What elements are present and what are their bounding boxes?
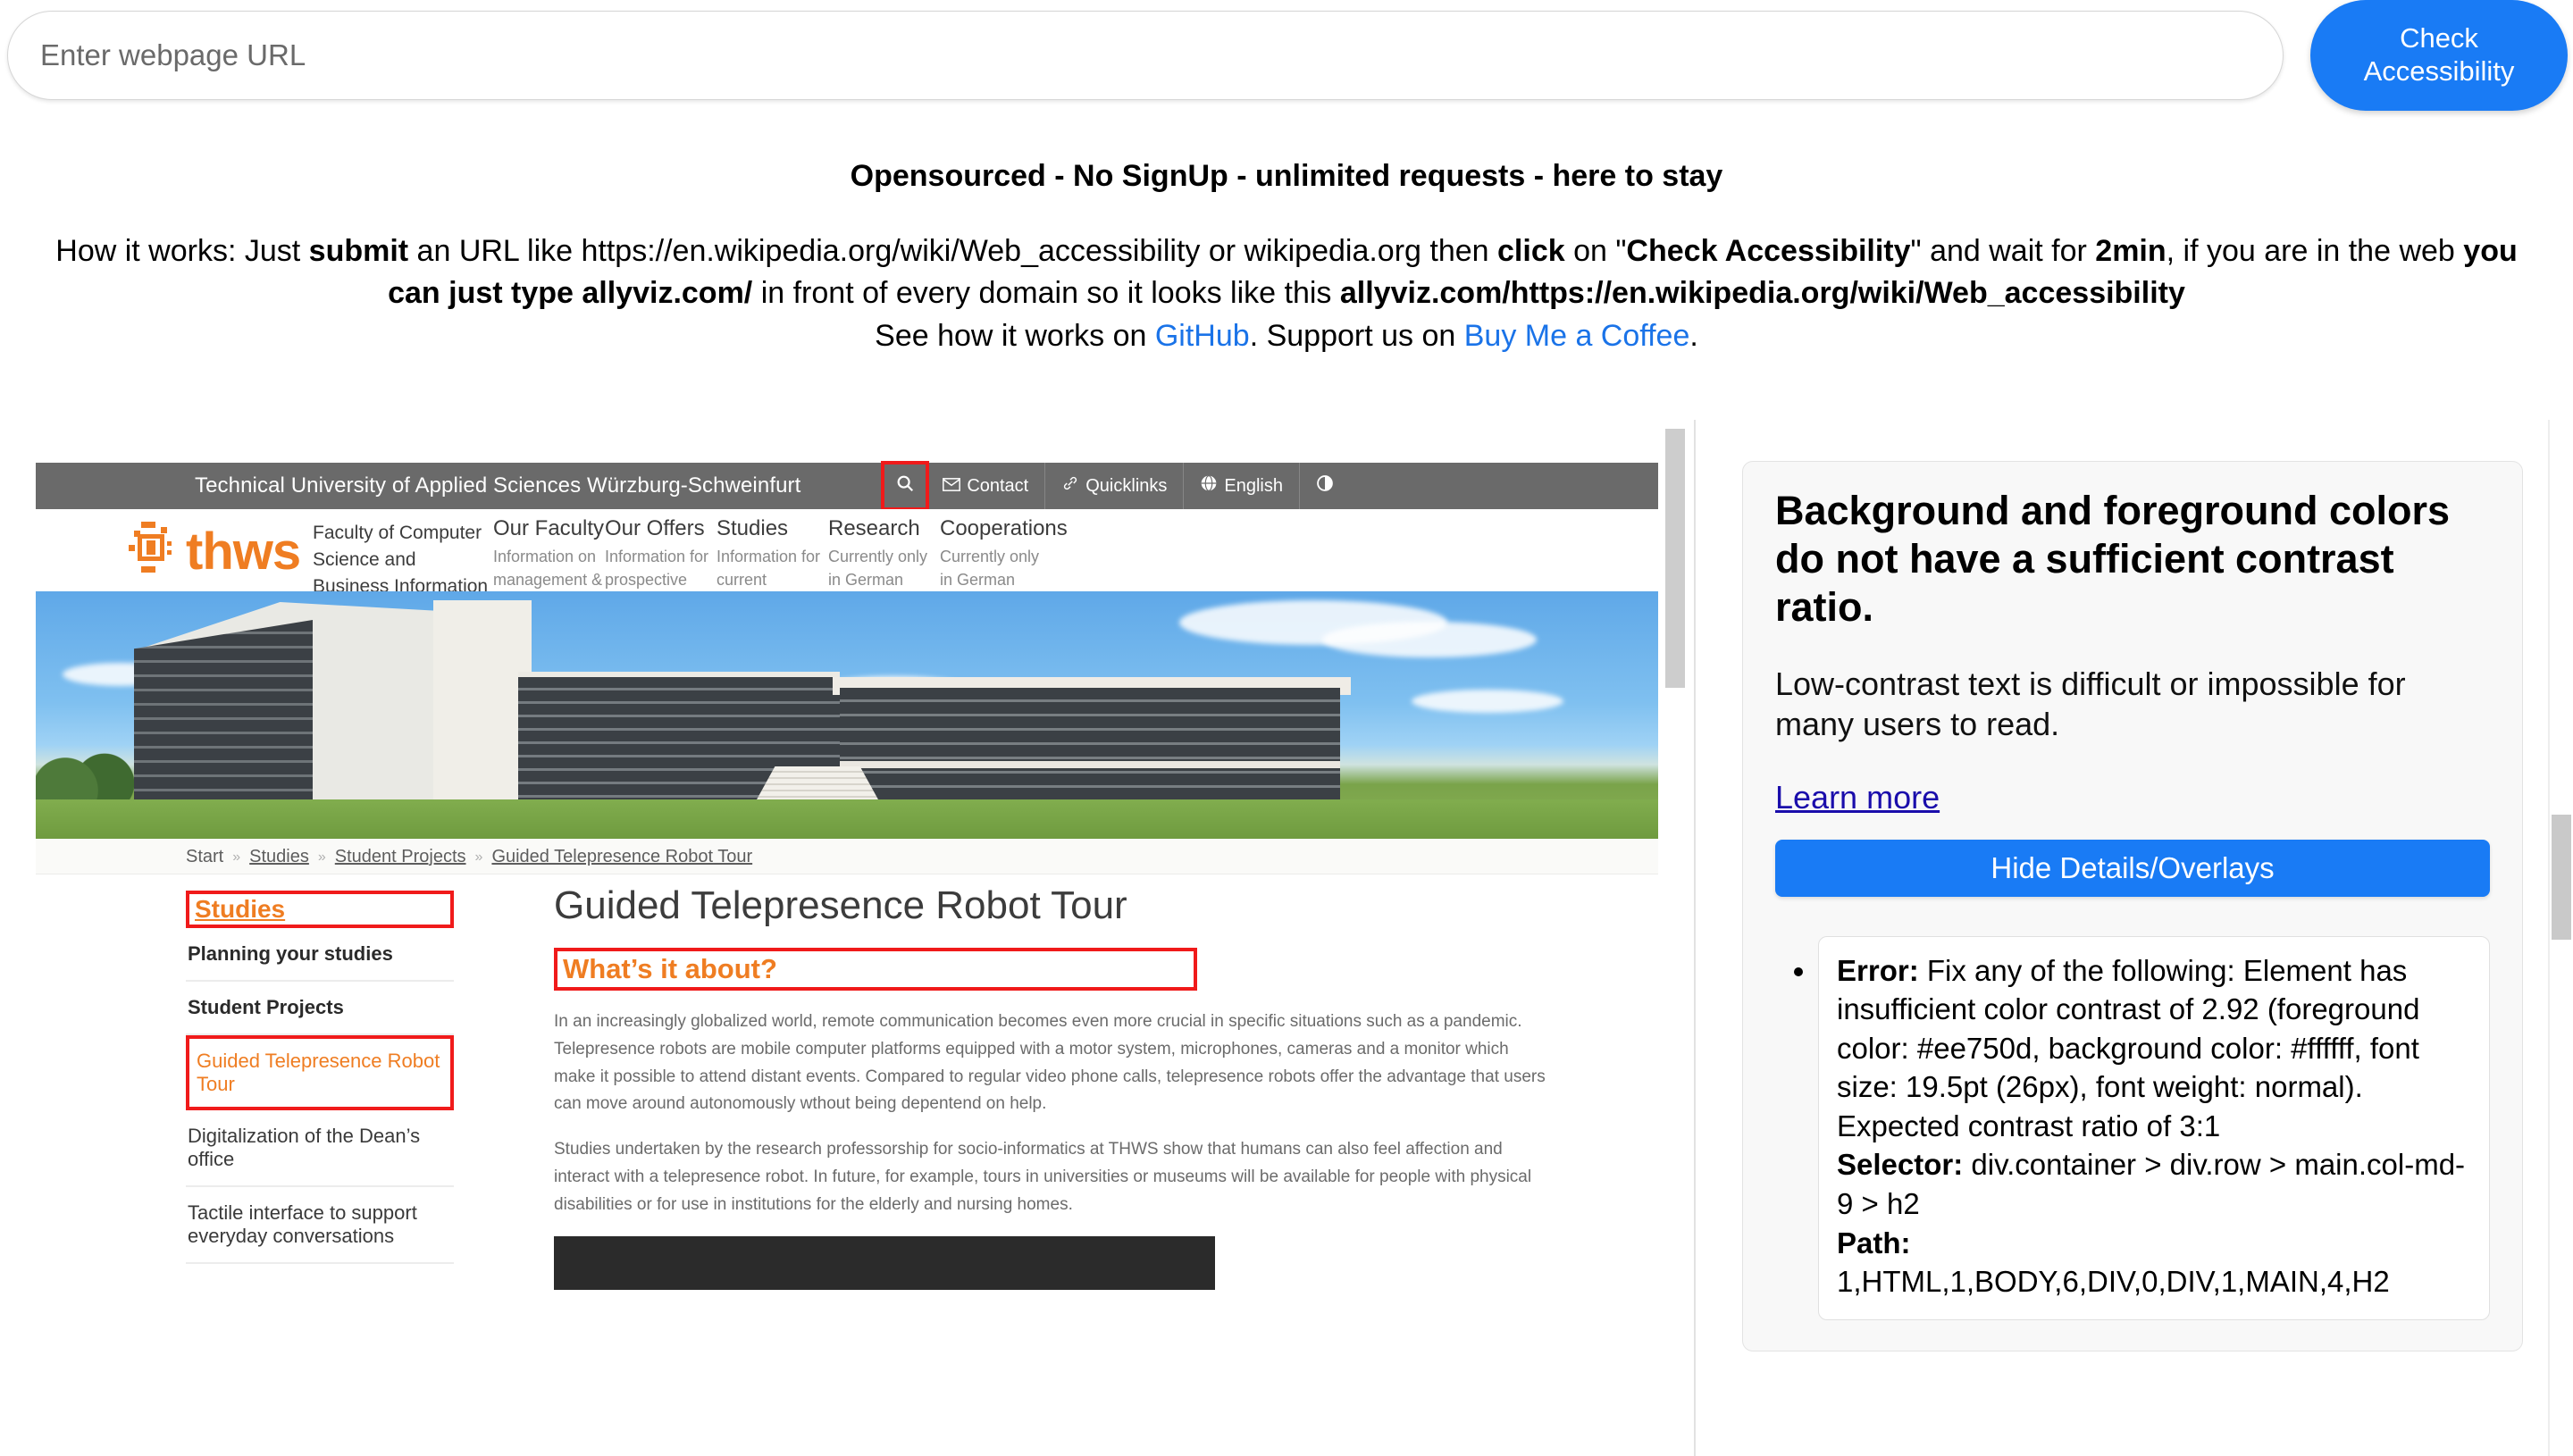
check-button-line1: Check bbox=[2400, 22, 2478, 55]
hide-details-overlays-button[interactable]: Hide Details/Overlays bbox=[1775, 840, 2490, 897]
issue-error-label: Error: bbox=[1837, 954, 1919, 987]
sidebar-item-planning-your-studies[interactable]: Planning your studies bbox=[186, 928, 454, 982]
issue-selector-label: Selector: bbox=[1837, 1148, 1963, 1181]
nav-sub: Currently only in German bbox=[940, 545, 1052, 591]
university-name: Technical University of Applied Sciences… bbox=[195, 473, 800, 498]
thws-wordmark: thws bbox=[186, 522, 300, 582]
howto-part9: . bbox=[1689, 319, 1697, 353]
howto-part6: in front of every domain so it looks lik… bbox=[752, 276, 1340, 310]
search-icon bbox=[895, 473, 915, 498]
nav-title: Our Offers bbox=[605, 516, 717, 541]
video-embed[interactable] bbox=[554, 1236, 1215, 1290]
preview-contrast-toggle[interactable] bbox=[1299, 463, 1350, 509]
howto-part2: an URL like https://en.wikipedia.org/wik… bbox=[408, 234, 1497, 268]
breadcrumb-item-student-projects[interactable]: Student Projects bbox=[335, 847, 466, 867]
sidebar-item-tactile-interface[interactable]: Tactile interface to support everyday co… bbox=[186, 1187, 454, 1264]
issue-error-text: Fix any of the following: Element has in… bbox=[1837, 954, 2419, 1142]
nav-sub: Currently only in German bbox=[828, 545, 940, 591]
preview-language-switch[interactable]: English bbox=[1183, 463, 1299, 509]
preview-main-column: Guided Telepresence Robot Tour What’s it… bbox=[554, 883, 1546, 1290]
nav-title: Our Faculty bbox=[493, 516, 605, 541]
how-it-works-text: How it works: Just submit an URL like ht… bbox=[36, 230, 2537, 357]
contrast-icon bbox=[1316, 474, 1334, 498]
thws-logo-icon bbox=[122, 518, 180, 577]
sidebar-item-guided-telepresence-robot-tour[interactable]: Guided Telepresence Robot Tour bbox=[186, 1035, 454, 1110]
sidebar-item-digitalization-deans-office[interactable]: Digitalization of the Dean’s office bbox=[186, 1110, 454, 1187]
breadcrumb-separator-icon: » bbox=[318, 849, 326, 866]
violation-description: Low-contrast text is difficult or imposs… bbox=[1775, 664, 2490, 745]
preview-contact-link[interactable]: Contact bbox=[926, 463, 1044, 509]
body-paragraph-2: Studies undertaken by the research profe… bbox=[554, 1136, 1546, 1218]
webpage-preview-frame[interactable]: Technical University of Applied Sciences… bbox=[36, 427, 1678, 1456]
check-accessibility-button[interactable]: Check Accessibility bbox=[2310, 0, 2568, 111]
breadcrumb-item-studies[interactable]: Studies bbox=[249, 847, 309, 867]
howto-bold-2min: 2min bbox=[2095, 234, 2166, 268]
sidebar-title[interactable]: Studies bbox=[193, 892, 287, 925]
url-input[interactable] bbox=[7, 11, 2284, 100]
violation-issue-list: Error: Fix any of the following: Element… bbox=[1775, 936, 2490, 1320]
campus-building-photo bbox=[36, 591, 1658, 839]
github-link[interactable]: GitHub bbox=[1155, 319, 1250, 353]
page-title: Guided Telepresence Robot Tour bbox=[554, 883, 1546, 928]
preview-content: Studies Planning your studies Student Pr… bbox=[36, 874, 1658, 1456]
issue-selector-line: Selector: div.container > div.row > main… bbox=[1837, 1145, 2471, 1223]
howto-part8: . Support us on bbox=[1250, 319, 1464, 353]
howto-bold-example-url: allyviz.com/https://en.wikipedia.org/wik… bbox=[1340, 276, 2185, 310]
preview-brand-nav: thws Faculty of Computer Science and Bus… bbox=[36, 509, 1658, 591]
breadcrumb-separator-icon: » bbox=[232, 849, 240, 866]
url-toolbar: Check Accessibility bbox=[0, 0, 2573, 112]
panel-divider bbox=[1694, 420, 1696, 1456]
buy-me-a-coffee-link[interactable]: Buy Me a Coffee bbox=[1464, 319, 1690, 353]
violation-card: Background and foreground colors do not … bbox=[1742, 461, 2523, 1351]
preview-sidebar: Studies Planning your studies Student Pr… bbox=[186, 891, 454, 1264]
section-heading: What’s it about? bbox=[563, 953, 777, 984]
preview-quicklinks-link[interactable]: Quicklinks bbox=[1044, 463, 1183, 509]
utility-bar-items: Contact Quicklinks bbox=[883, 463, 1350, 509]
preview-search-button[interactable] bbox=[883, 463, 926, 509]
link-icon bbox=[1061, 475, 1079, 497]
howto-part3: on " bbox=[1565, 234, 1627, 268]
issue-path-text: 1,HTML,1,BODY,6,DIV,0,DIV,1,MAIN,4,H2 bbox=[1837, 1265, 2390, 1298]
breadcrumb-item-start[interactable]: Start bbox=[186, 847, 223, 867]
issue-path-line: Path: 1,HTML,1,BODY,6,DIV,0,DIV,1,MAIN,4… bbox=[1837, 1224, 2471, 1301]
issue-error-line: Error: Fix any of the following: Element… bbox=[1837, 951, 2471, 1146]
page-scrollbar-thumb[interactable] bbox=[2552, 815, 2571, 940]
globe-icon bbox=[1200, 474, 1218, 498]
issue-path-label: Path: bbox=[1837, 1226, 1911, 1259]
howto-bold-submit: submit bbox=[309, 234, 408, 268]
howto-part7: See how it works on bbox=[875, 319, 1155, 353]
preview-language-label: English bbox=[1224, 476, 1283, 497]
body-paragraph-1: In an increasingly globalized world, rem… bbox=[554, 1008, 1546, 1118]
h2-violation-outline: What’s it about? bbox=[554, 948, 1197, 991]
violation-issue-item: Error: Fix any of the following: Element… bbox=[1818, 936, 2490, 1320]
breadcrumb: Start » Studies » Student Projects » Gui… bbox=[36, 839, 1658, 874]
howto-part5: , if you are in the web bbox=[2167, 234, 2464, 268]
preview-scrollbar-thumb[interactable] bbox=[1665, 429, 1685, 688]
preview-utility-bar: Technical University of Applied Sciences… bbox=[36, 463, 1658, 509]
howto-part4: " and wait for bbox=[1911, 234, 2096, 268]
howto-part1: How it works: Just bbox=[55, 234, 308, 268]
check-button-line2: Accessibility bbox=[2364, 55, 2515, 88]
breadcrumb-separator-icon: » bbox=[475, 849, 483, 866]
preview-quicklinks-label: Quicklinks bbox=[1085, 476, 1167, 497]
violation-heading: Background and foreground colors do not … bbox=[1775, 487, 2490, 632]
nav-title: Cooperations bbox=[940, 516, 1052, 541]
howto-bold-click: click bbox=[1497, 234, 1565, 268]
nav-title: Studies bbox=[717, 516, 828, 541]
sidebar-item-student-projects[interactable]: Student Projects bbox=[186, 982, 454, 1035]
nav-title: Research bbox=[828, 516, 940, 541]
tagline: Opensourced - No SignUp - unlimited requ… bbox=[0, 159, 2573, 194]
sidebar-title-violation-outline: Studies bbox=[186, 891, 454, 928]
preview-contact-label: Contact bbox=[967, 476, 1028, 497]
learn-more-link[interactable]: Learn more bbox=[1775, 779, 1940, 816]
howto-bold-check-accessibility: Check Accessibility bbox=[1626, 234, 1910, 268]
envelope-icon bbox=[943, 476, 960, 497]
breadcrumb-item-current[interactable]: Guided Telepresence Robot Tour bbox=[491, 847, 752, 867]
